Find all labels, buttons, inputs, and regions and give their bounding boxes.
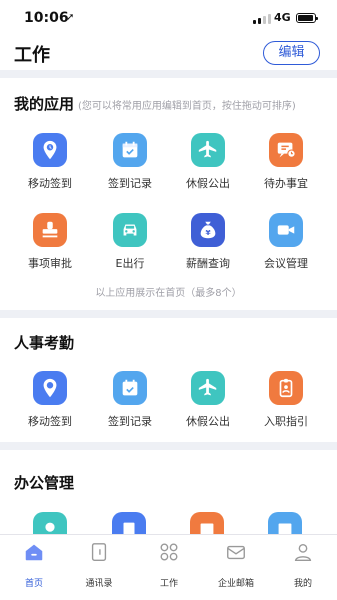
battery-icon [296,13,318,23]
app-label: 休假公出 [186,415,230,428]
app-approval[interactable]: 事项审批 [15,213,85,271]
location-icon[interactable] [33,512,67,534]
tab-home[interactable]: 首页 [4,541,64,589]
tab-label: 首页 [24,579,43,589]
page-title: 工作 [14,45,50,66]
document-icon[interactable] [112,512,146,534]
app-label: 签到记录 [108,177,152,190]
app-label: E出行 [115,257,145,270]
signal-icon [253,14,271,24]
app-onboarding-guide[interactable]: 入职指引 [251,371,321,429]
grid-icon [160,543,178,561]
video-camera-icon [269,213,303,247]
todo-chat-icon [269,133,303,167]
money-bag-icon: ¥ [191,213,225,247]
app-salary-query[interactable]: ¥ 薪酬查询 [173,213,243,271]
edit-button[interactable]: 编辑 [263,41,320,65]
app-label: 签到记录 [108,415,152,428]
app-mobile-checkin[interactable]: 移动签到 [15,371,85,429]
tab-enterprise-mail[interactable]: 企业邮箱 [206,541,266,589]
app-leave-business-trip[interactable]: 休假公出 [173,371,243,429]
app-label: 移动签到 [28,177,72,190]
app-meeting-management[interactable]: 会议管理 [251,213,321,271]
app-mobile-checkin[interactable]: 移动签到 [15,133,85,191]
location-arrow-icon: ➚ [66,12,75,23]
location-pin-icon [33,133,67,167]
svg-text:¥: ¥ [205,228,211,237]
section-hint: (您可以将常用应用编辑到首页，按住拖动可排序) [78,101,296,112]
person-icon [294,543,312,561]
calendar-check-icon [113,371,147,405]
section-title: 人事考勤 [14,334,75,352]
contacts-icon [91,543,107,561]
apps-note: 以上应用展示在首页（最多8个） [95,288,242,299]
my-apps-section: 我的应用 (您可以将常用应用编辑到首页，按住拖动可排序) 移动签到 签到记录 休… [0,78,337,310]
section-title: 我的应用 [14,95,75,113]
tab-work[interactable]: 工作 [139,541,199,589]
badge-icon [269,371,303,405]
airplane-icon [191,371,225,405]
tab-label: 企业邮箱 [217,579,254,589]
app-todo[interactable]: 待办事宜 [251,133,321,191]
calendar-check-icon [113,133,147,167]
section-title: 办公管理 [14,474,75,492]
calendar-icon[interactable] [268,512,302,534]
app-label: 会议管理 [264,257,308,270]
home-icon [25,544,43,561]
office-management-section: 办公管理 [0,450,337,534]
stamp-icon [33,213,67,247]
tab-label: 我的 [293,579,312,589]
app-label: 休假公出 [186,177,230,190]
location-pin-icon [33,371,67,405]
bottom-tab-bar: 首页 通讯录 工作 企业邮箱 我的 [0,534,337,600]
tab-label: 通讯录 [85,579,113,589]
app-checkin-records[interactable]: 签到记录 [95,371,165,429]
header: 工作 编辑 [0,36,337,70]
mail-icon [227,545,245,560]
app-label: 薪酬查询 [186,257,230,270]
app-label: 待办事宜 [264,177,308,190]
tab-contacts[interactable]: 通讯录 [69,541,129,589]
tab-label: 工作 [159,579,178,589]
airplane-icon [191,133,225,167]
status-time: 10:06 [24,10,69,26]
hr-attendance-section: 人事考勤 移动签到 签到记录 休假公出 入职指引 [0,318,337,442]
app-label: 移动签到 [28,415,72,428]
app-leave-business-trip[interactable]: 休假公出 [173,133,243,191]
tab-me[interactable]: 我的 [273,541,333,589]
app-label: 事项审批 [28,257,72,270]
status-bar: 10:06 ➚ 4G [0,0,337,36]
car-icon [113,213,147,247]
app-checkin-records[interactable]: 签到记录 [95,133,165,191]
network-type: 4G [274,11,291,24]
app-e-travel[interactable]: E出行 [95,213,165,271]
form-icon[interactable] [190,512,224,534]
app-label: 入职指引 [264,415,308,428]
